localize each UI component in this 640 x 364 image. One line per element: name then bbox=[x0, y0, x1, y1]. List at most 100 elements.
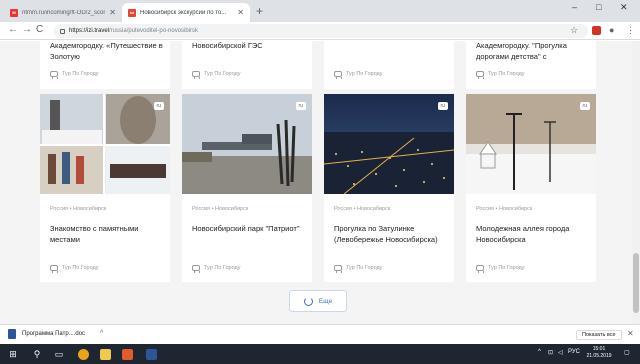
forward-icon[interactable]: → bbox=[22, 24, 32, 35]
tour-card[interactable]: ru Россия • Новосибирск Знакомство с пам… bbox=[40, 94, 170, 282]
new-tab-icon[interactable]: + bbox=[256, 4, 263, 18]
card-tag: Тур По Городу bbox=[476, 265, 525, 273]
card-tag-label: Тур По Городу bbox=[204, 265, 241, 271]
tab-mail[interactable]: M ntmm.ru/incoming/ft-OD/2_scon ✕ bbox=[4, 3, 122, 22]
close-window-icon[interactable]: ✕ bbox=[620, 2, 628, 13]
lock-icon bbox=[60, 28, 65, 34]
card-photo[interactable]: ru bbox=[466, 94, 596, 194]
extension-icon[interactable] bbox=[592, 26, 601, 35]
card-photo[interactable]: ru bbox=[182, 94, 312, 194]
menu-kebab-icon[interactable]: ⋮ bbox=[626, 25, 635, 36]
task-view-icon[interactable]: ▭ bbox=[52, 347, 66, 361]
tour-card[interactable]: Академгородку. «Путешествие в Золотую Ту… bbox=[40, 41, 170, 89]
city-tour-icon bbox=[192, 71, 200, 79]
breadcrumb-city: Новосибирск bbox=[499, 206, 533, 212]
tour-card[interactable]: ru Россия • Новосибирск Молодежная аллея… bbox=[466, 94, 596, 282]
windows-start-icon[interactable]: ⊞ bbox=[6, 347, 20, 361]
card-tag-label: Тур По Городу bbox=[62, 265, 99, 271]
network-icon[interactable]: ⊡ bbox=[548, 349, 553, 356]
tab-close-icon[interactable]: ✕ bbox=[237, 8, 244, 17]
tour-card[interactable]: Тур По Городу bbox=[324, 41, 454, 89]
city-tour-icon bbox=[50, 71, 58, 79]
card-title: Прогулка по Затулинке (Левобережье Новос… bbox=[334, 224, 438, 244]
card-breadcrumb: Россия • Новосибирск bbox=[50, 206, 106, 212]
keyboard-language[interactable]: РУС bbox=[568, 349, 580, 355]
card-tag-label: Тур По Городу bbox=[488, 265, 525, 271]
city-tour-icon bbox=[476, 71, 484, 79]
url-host: https://izi.travel bbox=[69, 28, 110, 34]
card-tag: Тур По Городу bbox=[476, 71, 525, 79]
tour-card[interactable]: ru Россия • Новосибирск Новосибирский па… bbox=[182, 94, 312, 282]
tab-close-icon[interactable]: ✕ bbox=[109, 8, 116, 17]
profile-icon[interactable]: ● bbox=[609, 25, 614, 35]
card-title: Молодежная аллея города Новосибирска bbox=[476, 224, 570, 244]
clock-time: 15:01 bbox=[592, 346, 606, 352]
address-bar[interactable]: https://izi.travel /russia/putevoditel-p… bbox=[54, 24, 588, 38]
tour-card[interactable]: ru Россия • Новосибирск Прогулка по Зату… bbox=[324, 94, 454, 282]
city-tour-icon bbox=[334, 71, 342, 79]
card-photo[interactable]: ru bbox=[40, 94, 170, 194]
page-scrollbar[interactable] bbox=[632, 41, 640, 324]
word-icon[interactable] bbox=[144, 347, 158, 361]
card-breadcrumb: Россия • Новосибирск bbox=[334, 206, 390, 212]
tray-chevron-icon[interactable]: ^ bbox=[538, 349, 541, 355]
notifications-icon[interactable]: ▢ bbox=[624, 349, 630, 356]
chrome-icon[interactable] bbox=[76, 347, 90, 361]
night-city-photo bbox=[324, 94, 454, 194]
card-tag-label: Тур По Городу bbox=[488, 71, 525, 77]
card-title: Знакомство с памятными местами bbox=[50, 224, 139, 244]
volume-icon[interactable]: ◁ bbox=[558, 349, 563, 356]
card-breadcrumb: Россия • Новосибирск bbox=[476, 206, 532, 212]
breadcrumb-country: Россия bbox=[476, 206, 495, 212]
maximize-icon[interactable]: □ bbox=[596, 2, 601, 12]
card-tag-label: Тур По Городу bbox=[346, 265, 383, 271]
close-downloads-icon[interactable]: ✕ bbox=[627, 329, 634, 338]
city-tour-icon bbox=[192, 265, 200, 273]
file-explorer-icon[interactable] bbox=[98, 347, 112, 361]
card-title: Новосибирской ГЭС bbox=[192, 41, 263, 50]
breadcrumb-separator: • bbox=[211, 206, 214, 212]
card-tag: Тур По Городу bbox=[50, 265, 99, 273]
scrollbar-thumb[interactable] bbox=[633, 253, 639, 313]
language-badge: ru bbox=[153, 102, 164, 110]
tab-izi-travel[interactable]: izi Новосибирск экскурсии по то... ✕ bbox=[122, 3, 250, 22]
refresh-icon bbox=[303, 296, 313, 306]
collage-photo bbox=[40, 94, 170, 194]
screen: M ntmm.ru/incoming/ft-OD/2_scon ✕ izi Но… bbox=[0, 0, 640, 364]
card-tag-label: Тур По Городу bbox=[62, 71, 99, 77]
back-icon[interactable]: ← bbox=[8, 24, 18, 35]
system-clock[interactable]: 15:01 21.05.2019 bbox=[582, 346, 616, 360]
breadcrumb-country: Россия bbox=[50, 206, 69, 212]
card-photo[interactable]: ru bbox=[324, 94, 454, 194]
language-badge: ru bbox=[579, 102, 590, 110]
breadcrumb-city: Новосибирск bbox=[215, 206, 249, 212]
minimize-icon[interactable]: – bbox=[572, 2, 577, 12]
breadcrumb-city: Новосибирск bbox=[357, 206, 391, 212]
izi-travel-favicon-icon: izi bbox=[128, 8, 136, 17]
reload-icon[interactable]: C bbox=[36, 24, 43, 35]
media-app-icon[interactable] bbox=[120, 347, 134, 361]
show-all-button[interactable]: Показать все bbox=[576, 330, 622, 340]
card-tag: Тур По Городу bbox=[334, 71, 383, 79]
browser-tab-strip: M ntmm.ru/incoming/ft-OD/2_scon ✕ izi Но… bbox=[0, 0, 640, 22]
card-breadcrumb: Россия • Новосибирск bbox=[192, 206, 248, 212]
chevron-up-icon[interactable]: ^ bbox=[100, 330, 103, 337]
tour-card[interactable]: Академгородку. "Прогулка дорогами детств… bbox=[466, 41, 596, 89]
url-path: /russia/putevoditel-po-novosibirsk bbox=[109, 28, 199, 34]
search-icon[interactable]: ⚲ bbox=[30, 347, 44, 361]
breadcrumb-country: Россия bbox=[334, 206, 353, 212]
load-more-button[interactable]: Еще bbox=[289, 290, 347, 312]
breadcrumb-separator: • bbox=[353, 206, 356, 212]
card-tag: Тур По Городу bbox=[192, 71, 241, 79]
breadcrumb-city: Новосибирск bbox=[73, 206, 107, 212]
breadcrumb-country: Россия bbox=[192, 206, 211, 212]
bookmark-star-icon[interactable]: ☆ bbox=[570, 25, 578, 36]
language-badge: ru bbox=[437, 102, 448, 110]
card-title: Новосибирский парк "Патриот" bbox=[192, 224, 300, 233]
download-item[interactable]: Программа Патр....doc bbox=[8, 329, 85, 339]
card-tag-label: Тур По Городу bbox=[204, 71, 241, 77]
page-content: Академгородку. «Путешествие в Золотую Ту… bbox=[0, 41, 640, 324]
card-tag: Тур По Городу bbox=[50, 71, 99, 79]
breadcrumb-separator: • bbox=[69, 206, 72, 212]
tour-card[interactable]: Новосибирской ГЭС Тур По Городу bbox=[182, 41, 312, 89]
